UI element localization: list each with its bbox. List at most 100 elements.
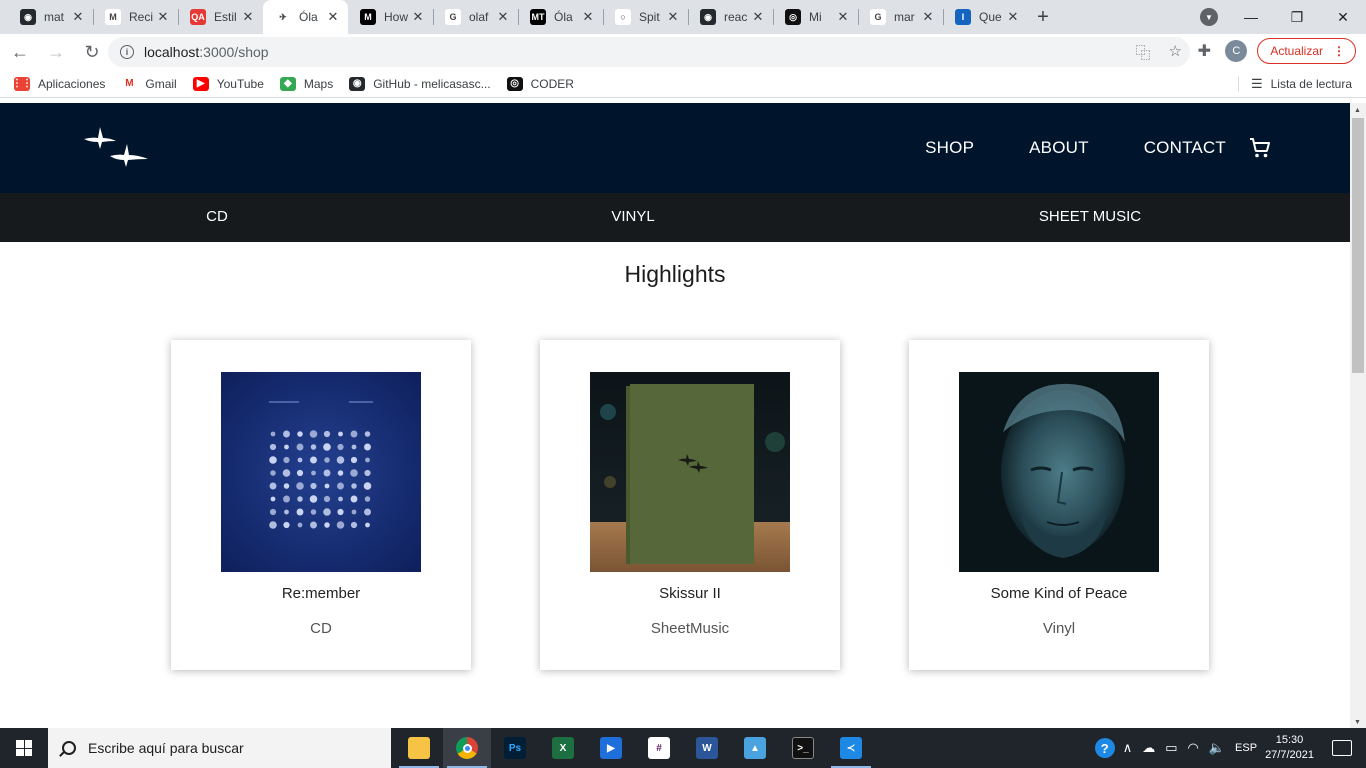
reload-button[interactable]: ↻	[76, 36, 108, 68]
birds-logo-icon[interactable]	[80, 121, 152, 171]
tab-title: How	[384, 10, 409, 24]
bookmark-item[interactable]: ◆ Maps	[279, 76, 334, 91]
tab-close-icon[interactable]: ✕	[411, 9, 425, 25]
bookmark-item[interactable]: ⋮⋮ Aplicaciones	[12, 76, 105, 91]
taskbar-search-box[interactable]: Escribe aquí para buscar	[48, 728, 391, 768]
nav-contact[interactable]: CONTACT	[1144, 138, 1226, 158]
gmail-icon: M	[105, 9, 121, 25]
onedrive-cloud-icon[interactable]: ☁	[1142, 740, 1155, 756]
scrollbar-thumb[interactable]	[1352, 118, 1364, 373]
reading-list-button[interactable]: ☰ Lista de lectura	[1237, 76, 1352, 92]
product-card[interactable]: Re:member CD	[171, 340, 471, 670]
forward-button[interactable]: →	[40, 36, 72, 68]
tab-search-icon[interactable]: ▼	[1200, 8, 1218, 26]
nav-about[interactable]: ABOUT	[1029, 138, 1089, 158]
extensions-puzzle-icon[interactable]: ✚	[1193, 41, 1215, 61]
update-button[interactable]: Actualizar ⋮	[1257, 38, 1356, 64]
browser-tab[interactable]: ◎ Mi ✕	[773, 0, 858, 34]
bookmark-star-icon[interactable]: ☆	[1169, 42, 1182, 63]
photos-app[interactable]: ▲	[731, 728, 779, 768]
tab-close-icon[interactable]: ✕	[71, 9, 85, 25]
windows-logo-icon	[16, 740, 32, 756]
minimize-button[interactable]: —	[1228, 0, 1274, 34]
product-image-skissur[interactable]	[590, 372, 790, 572]
page-scrollbar[interactable]: ▲ ▼	[1350, 103, 1366, 728]
excel-app[interactable]: X	[539, 728, 587, 768]
file-explorer-app[interactable]	[395, 728, 443, 768]
translate-icon[interactable]: ⿻	[1136, 42, 1151, 63]
tab-close-icon[interactable]: ✕	[496, 9, 510, 25]
clock[interactable]: 15:30 27/7/2021	[1265, 733, 1314, 763]
tab-close-icon[interactable]: ✕	[581, 9, 595, 25]
start-button[interactable]	[0, 728, 48, 768]
shopping-cart-icon[interactable]	[1248, 136, 1272, 160]
browser-tab[interactable]: M How ✕	[348, 0, 433, 34]
google-icon: G	[870, 9, 886, 25]
chrome-icon	[456, 737, 478, 759]
tab-close-icon[interactable]: ✕	[241, 9, 255, 25]
wifi-icon[interactable]: ◠	[1188, 740, 1199, 756]
slack-app[interactable]: #	[635, 728, 683, 768]
tab-close-icon[interactable]: ✕	[751, 9, 765, 25]
product-image-some-kind-of-peace[interactable]	[959, 372, 1159, 572]
restore-button[interactable]: ❐	[1274, 0, 1320, 34]
profile-avatar[interactable]: C	[1225, 40, 1248, 62]
nav-shop[interactable]: SHOP	[925, 138, 974, 158]
product-card[interactable]: Some Kind of Peace Vinyl	[909, 340, 1209, 670]
page-viewport: SHOP ABOUT CONTACT CD VINYL SHEET MUSIC …	[0, 103, 1350, 728]
product-image-remember[interactable]	[221, 372, 421, 572]
browser-tab[interactable]: Gmar ✕	[858, 0, 943, 34]
url-text[interactable]: localhost:3000/shop	[144, 44, 269, 60]
back-button[interactable]: ←	[4, 36, 36, 68]
clock-date: 27/7/2021	[1265, 749, 1314, 761]
browser-tab[interactable]: M Reci ✕	[93, 0, 178, 34]
browser-tab[interactable]: ◉ mat ✕	[8, 0, 93, 34]
word-app[interactable]: W	[683, 728, 731, 768]
bookmark-item[interactable]: ◉ GitHub - melicasasc...	[349, 76, 491, 91]
category-cd[interactable]: CD	[206, 208, 228, 225]
gmail-icon: M	[121, 76, 138, 91]
chevron-up-icon[interactable]: ∧	[1123, 740, 1133, 756]
bookmark-label: Maps	[303, 76, 334, 91]
browser-tab[interactable]: MT Óla ✕	[518, 0, 603, 34]
category-sheet-music[interactable]: SHEET MUSIC	[1039, 208, 1141, 225]
photoshop-app[interactable]: Ps	[491, 728, 539, 768]
browser-tab[interactable]: QA Estil ✕	[178, 0, 263, 34]
notifications-icon[interactable]	[1332, 740, 1352, 756]
media-player-app[interactable]: ▶	[587, 728, 635, 768]
tab-close-icon[interactable]: ✕	[1006, 9, 1020, 25]
chrome-app[interactable]	[443, 728, 491, 768]
browser-tab[interactable]: ◉ reac ✕	[688, 0, 773, 34]
volume-icon[interactable]: 🔈	[1209, 740, 1225, 756]
browser-tab[interactable]: Golaf ✕	[433, 0, 518, 34]
new-tab-button[interactable]: +	[1028, 0, 1058, 34]
browser-tab[interactable]: ○ Spit ✕	[603, 0, 688, 34]
info-icon: I	[955, 9, 971, 25]
bookmark-item[interactable]: ▶ YouTube	[192, 76, 264, 91]
update-label: Actualizar	[1270, 44, 1323, 58]
bookmark-item[interactable]: ◎ CODER	[506, 76, 574, 91]
tab-close-icon[interactable]: ✕	[666, 9, 680, 25]
help-icon[interactable]: ?	[1094, 738, 1115, 758]
browser-tab[interactable]: ✈ Óla ✕	[263, 0, 348, 34]
tab-title: Que	[979, 10, 1002, 24]
terminal-app[interactable]: >_	[779, 728, 827, 768]
tab-close-icon[interactable]: ✕	[921, 9, 935, 25]
site-info-icon[interactable]: i	[120, 45, 134, 59]
browser-tab[interactable]: I Que ✕	[943, 0, 1028, 34]
vscode-app[interactable]: ≺	[827, 728, 875, 768]
battery-icon[interactable]: ▭	[1165, 740, 1177, 756]
highlights-heading: Highlights	[624, 261, 726, 287]
category-vinyl[interactable]: VINYL	[611, 208, 654, 225]
tab-close-icon[interactable]: ✕	[326, 9, 340, 25]
product-card[interactable]: Skissur II SheetMusic	[540, 340, 840, 670]
tab-close-icon[interactable]: ✕	[836, 9, 850, 25]
medium-icon: M	[360, 9, 376, 25]
bookmark-item[interactable]: M Gmail	[121, 76, 177, 91]
address-bar[interactable]: i localhost:3000/shop ⿻ ☆	[108, 37, 1190, 67]
tab-close-icon[interactable]: ✕	[156, 9, 170, 25]
close-window-button[interactable]: ✕	[1320, 0, 1366, 34]
scroll-up-arrow-icon[interactable]: ▲	[1354, 107, 1361, 114]
language-indicator[interactable]: ESP	[1235, 742, 1257, 754]
scroll-down-arrow-icon[interactable]: ▼	[1354, 719, 1361, 726]
